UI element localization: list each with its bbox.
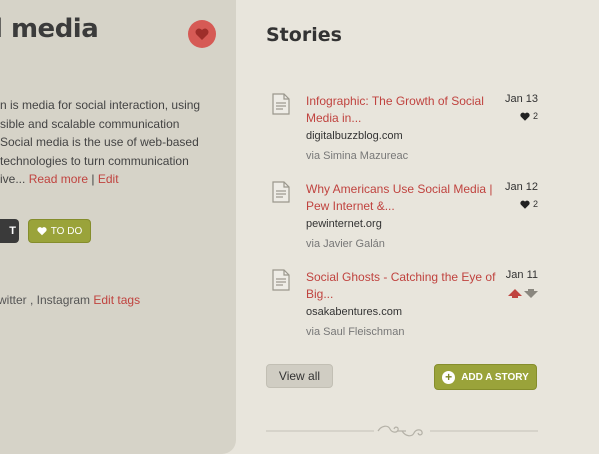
story-via: via Saul Fleischman bbox=[306, 326, 405, 338]
ornament-divider bbox=[266, 425, 538, 437]
edit-description-link[interactable]: Edit bbox=[98, 172, 119, 186]
story-date: Jan 13 bbox=[504, 93, 538, 105]
story-item: Infographic: The Growth of Social Media … bbox=[266, 93, 538, 163]
topic-title: l media bbox=[0, 14, 99, 44]
tags-text: witter , Instagram bbox=[0, 293, 91, 307]
dark-action-button[interactable]: T bbox=[0, 219, 19, 243]
heart-icon bbox=[520, 112, 530, 121]
favorite-button[interactable] bbox=[188, 20, 216, 48]
upvote-arrow-icon[interactable] bbox=[508, 289, 522, 298]
story-domain: digitalbuzzblog.com bbox=[306, 130, 403, 142]
story-domain: pewinternet.org bbox=[306, 218, 382, 230]
heart-icon bbox=[195, 28, 209, 40]
description-line: technologies to turn communication bbox=[0, 153, 189, 168]
add-story-label: ADD A STORY bbox=[461, 371, 529, 383]
story-domain: osakabentures.com bbox=[306, 306, 402, 318]
description-line-last: ive... Read more | Edit bbox=[0, 170, 232, 189]
read-more-link[interactable]: Read more bbox=[29, 172, 88, 186]
todo-label: TO DO bbox=[50, 225, 83, 237]
downvote-arrow-icon[interactable] bbox=[524, 289, 538, 298]
story-item: Why Americans Use Social Media | Pew Int… bbox=[266, 181, 538, 251]
stories-heading: Stories bbox=[266, 24, 342, 46]
document-icon bbox=[272, 269, 290, 291]
story-via: via Simina Mazureac bbox=[306, 150, 409, 162]
link-separator: | bbox=[91, 172, 95, 186]
story-title-link[interactable]: Why Americans Use Social Media | Pew Int… bbox=[306, 181, 496, 215]
story-via: via Javier Galán bbox=[306, 238, 385, 250]
description-line: n is media for social interaction, using bbox=[0, 98, 201, 112]
add-story-button[interactable]: + ADD A STORY bbox=[434, 364, 537, 390]
todo-button[interactable]: TO DO bbox=[28, 219, 91, 243]
description-line: Social media is the use of web-based bbox=[0, 135, 199, 149]
like-count-value: 2 bbox=[532, 199, 538, 209]
view-all-button[interactable]: View all bbox=[266, 364, 333, 388]
vote-controls bbox=[508, 289, 538, 298]
heart-icon bbox=[520, 200, 530, 209]
heart-icon bbox=[37, 227, 47, 236]
like-count[interactable]: 2 bbox=[520, 199, 538, 209]
story-item: Social Ghosts - Catching the Eye of Big.… bbox=[266, 269, 538, 339]
document-icon bbox=[272, 181, 290, 203]
like-count[interactable]: 2 bbox=[520, 111, 538, 121]
document-icon bbox=[272, 93, 290, 115]
story-date: Jan 12 bbox=[504, 181, 538, 193]
tags-line: witter , Instagram Edit tags bbox=[0, 293, 140, 307]
description-tail: ive... bbox=[0, 172, 26, 186]
story-date: Jan 11 bbox=[505, 269, 538, 281]
topic-description: n is media for social interaction, using… bbox=[0, 96, 232, 189]
plus-icon: + bbox=[442, 370, 456, 384]
edit-tags-link[interactable]: Edit tags bbox=[93, 293, 140, 307]
topic-panel: l media ’ n is media for social interact… bbox=[0, 0, 236, 454]
description-line: sible and scalable communication bbox=[0, 116, 180, 131]
story-title-link[interactable]: Social Ghosts - Catching the Eye of Big.… bbox=[306, 269, 496, 303]
story-title-link[interactable]: Infographic: The Growth of Social Media … bbox=[306, 93, 496, 127]
like-count-value: 2 bbox=[532, 111, 538, 121]
